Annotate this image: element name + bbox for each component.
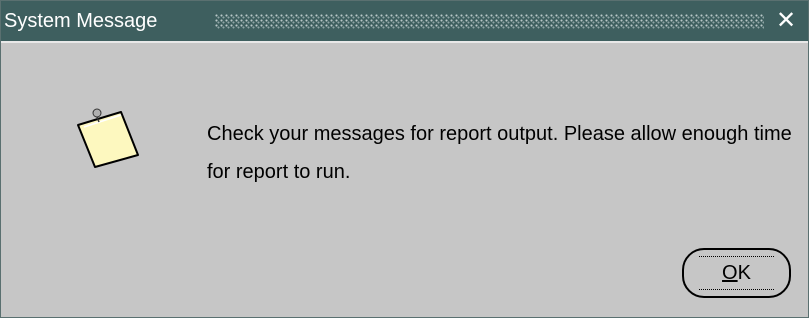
message-text: Check your messages for report output. P…	[207, 123, 792, 183]
ok-label-rest: K	[737, 262, 751, 284]
close-button[interactable]: ✕	[774, 8, 798, 34]
ok-mnemonic: O	[722, 262, 738, 284]
title-bar-grip-pattern	[214, 13, 764, 29]
title-bar[interactable]: System Message ✕	[1, 1, 808, 41]
dialog-title: System Message	[4, 10, 158, 32]
ok-button[interactable]: OK	[682, 248, 791, 298]
system-message-dialog: System Message ✕ Check your messages for…	[0, 0, 809, 318]
note-icon	[77, 108, 139, 168]
ok-button-label: OK	[684, 262, 789, 284]
title-bar-separator	[1, 41, 808, 43]
